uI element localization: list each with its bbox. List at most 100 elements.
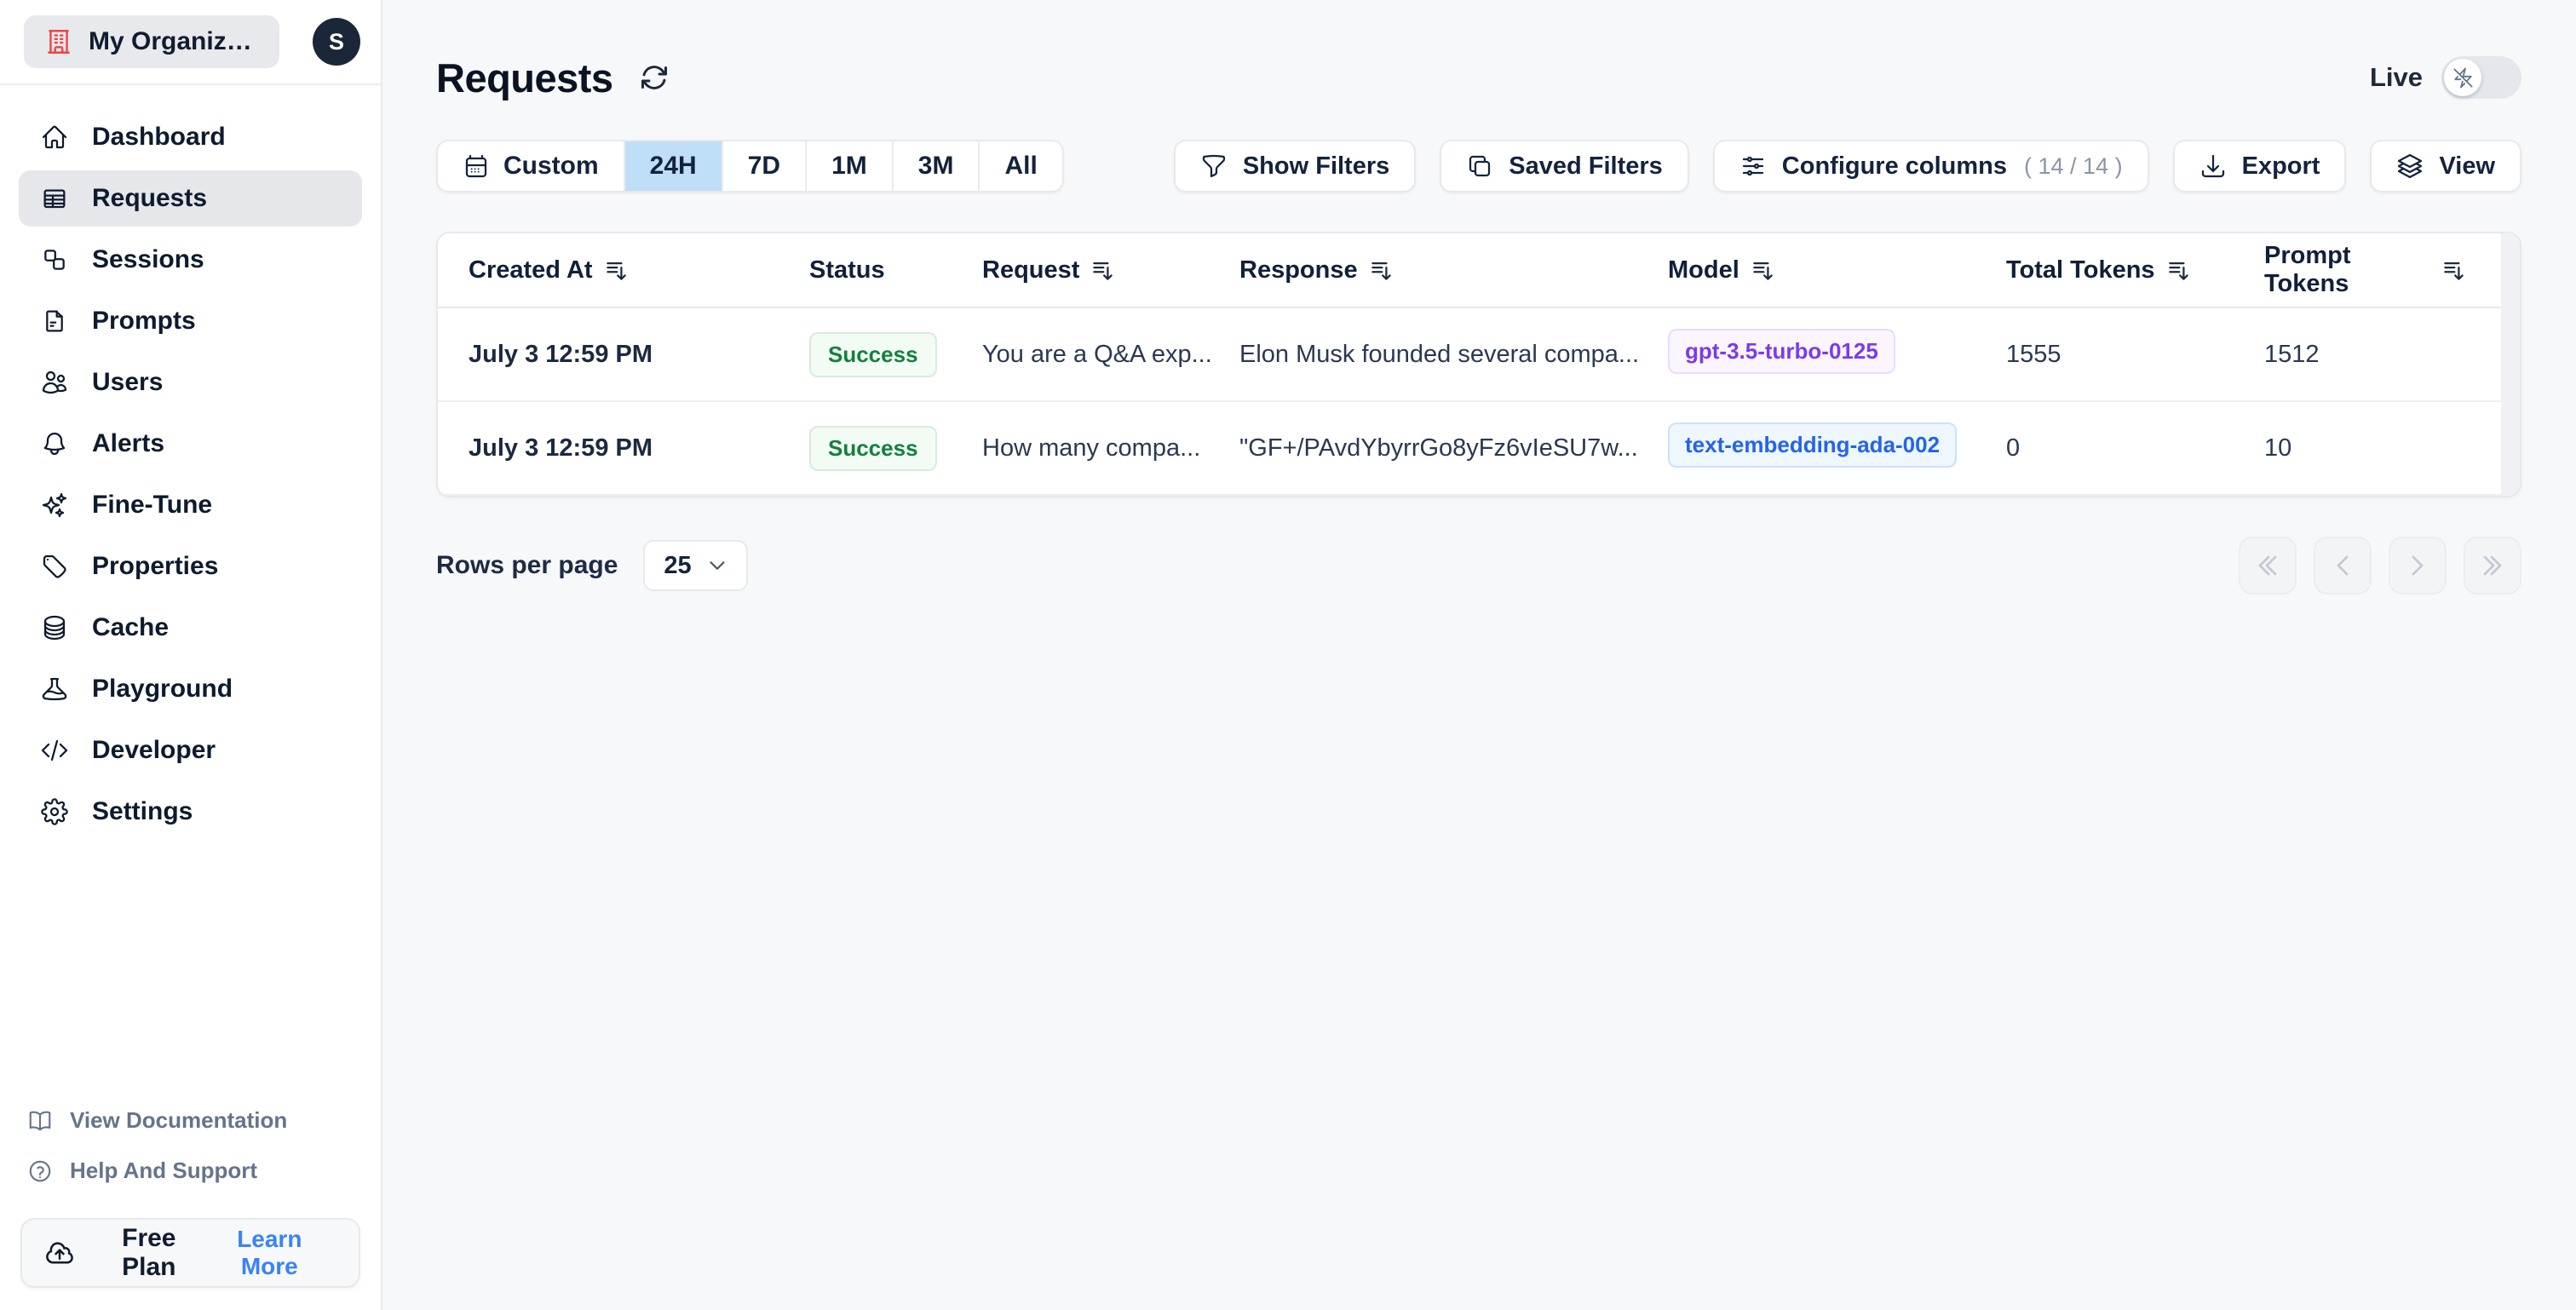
column-header-model[interactable]: Model <box>1668 256 2006 284</box>
column-header-prompt-tokens[interactable]: Prompt Tokens <box>2264 242 2465 298</box>
chevrons-right-icon <box>2479 552 2506 579</box>
tag-icon <box>41 553 68 580</box>
toggle-knob <box>2444 59 2481 96</box>
time-range-7d[interactable]: 7D <box>723 141 808 191</box>
table-scrollbar-gutter[interactable] <box>2501 233 2520 496</box>
building-icon <box>44 27 73 56</box>
live-toggle[interactable] <box>2441 56 2521 99</box>
response-cell: "GF+/PAvdYbyrrGo8yFz6vIeSU7w... <box>1239 434 1638 462</box>
refresh-icon <box>639 62 670 93</box>
column-header-request[interactable]: Request <box>982 256 1239 284</box>
created-at-cell: July 3 12:59 PM <box>469 434 653 462</box>
free-plan-button[interactable]: Free Plan Learn More <box>20 1218 360 1288</box>
sidebar-item-label: Users <box>92 368 164 396</box>
model-cell: text-embedding-ada-002 <box>1668 422 2006 474</box>
chevrons-left-icon <box>2254 552 2281 579</box>
sort-icon[interactable] <box>2442 259 2465 282</box>
sidebar-item-cache[interactable]: Cache <box>19 600 362 656</box>
sidebar-item-settings[interactable]: Settings <box>19 784 362 840</box>
org-row: My Organizatio... S <box>0 0 381 85</box>
document-icon <box>41 307 68 335</box>
sidebar: My Organizatio... S Dashboard Requests S… <box>0 0 382 1310</box>
sidebar-item-alerts[interactable]: Alerts <box>19 416 362 472</box>
show-filters-button[interactable]: Show Filters <box>1173 140 1417 192</box>
sort-icon[interactable] <box>605 259 628 282</box>
time-range-3m[interactable]: 3M <box>894 141 980 191</box>
sidebar-item-sessions[interactable]: Sessions <box>19 232 362 288</box>
saved-filters-button[interactable]: Saved Filters <box>1440 140 1689 192</box>
column-header-total-tokens[interactable]: Total Tokens <box>2006 256 2264 284</box>
column-header-status[interactable]: Status <box>809 256 982 284</box>
model-cell: gpt-3.5-turbo-0125 <box>1668 328 2006 381</box>
view-button[interactable]: View <box>2370 140 2521 192</box>
table-row[interactable]: July 3 12:59 PM Success How many compa..… <box>438 402 2520 496</box>
created-at-cell: July 3 12:59 PM <box>469 340 653 368</box>
sidebar-item-prompts[interactable]: Prompts <box>19 293 362 349</box>
time-range-control: Custom 24H 7D 1M 3M All <box>436 140 1064 192</box>
cloud-upload-icon <box>44 1238 75 1268</box>
rows-per-page-value: 25 <box>664 551 692 579</box>
model-badge: text-embedding-ada-002 <box>1668 422 1958 468</box>
toolbar-actions: Show Filters Saved Filters Configure col… <box>1173 140 2521 192</box>
table-row[interactable]: July 3 12:59 PM Success You are a Q&A ex… <box>438 308 2520 402</box>
sidebar-item-fine-tune[interactable]: Fine-Tune <box>19 477 362 533</box>
sort-icon[interactable] <box>1751 259 1774 282</box>
sparkles-icon <box>41 491 68 519</box>
chevron-right-icon <box>2404 552 2431 579</box>
sliders-icon <box>1739 152 1767 180</box>
time-range-24h[interactable]: 24H <box>624 141 723 191</box>
configure-columns-button[interactable]: Configure columns ( 14 / 14 ) <box>1712 140 2149 192</box>
table-footer: Rows per page 25 <box>436 537 2521 595</box>
status-badge: Success <box>809 331 937 377</box>
sort-icon[interactable] <box>2167 259 2190 282</box>
first-page-button[interactable] <box>2239 537 2297 595</box>
sidebar-item-users[interactable]: Users <box>19 354 362 411</box>
export-button[interactable]: Export <box>2172 140 2347 192</box>
question-circle-icon <box>27 1158 53 1184</box>
beaker-icon <box>41 675 68 703</box>
column-header-response[interactable]: Response <box>1239 256 1668 284</box>
database-icon <box>41 614 68 641</box>
table-icon <box>41 185 68 212</box>
prompt-tokens-cell: 10 <box>2264 434 2292 462</box>
requests-table: Created At Status Request Response Model… <box>436 232 2521 497</box>
copy-icon <box>1466 152 1493 180</box>
help-and-support-link[interactable]: Help And Support <box>20 1146 360 1196</box>
link-label: View Documentation <box>70 1107 288 1133</box>
sidebar-item-developer[interactable]: Developer <box>19 722 362 779</box>
sidebar-item-playground[interactable]: Playground <box>19 661 362 717</box>
squares-icon <box>41 246 68 273</box>
sidebar-item-properties[interactable]: Properties <box>19 538 362 595</box>
home-icon <box>41 124 68 151</box>
prompt-tokens-cell: 1512 <box>2264 340 2320 368</box>
live-toggle-group: Live <box>2370 56 2521 99</box>
next-page-button[interactable] <box>2389 537 2447 595</box>
org-switcher-button[interactable]: My Organizatio... <box>24 15 279 68</box>
request-cell: You are a Q&A exp... <box>982 340 1212 368</box>
chevron-down-icon <box>707 555 727 576</box>
sidebar-item-label: Sessions <box>92 245 204 273</box>
gear-icon <box>41 798 68 825</box>
sort-icon[interactable] <box>1091 259 1114 282</box>
learn-more-link[interactable]: Learn More <box>206 1226 333 1280</box>
sort-icon[interactable] <box>1370 259 1393 282</box>
time-range-custom[interactable]: Custom <box>438 141 625 191</box>
total-tokens-cell: 1555 <box>2006 340 2061 368</box>
sidebar-item-label: Requests <box>92 184 208 212</box>
rows-per-page-select[interactable]: 25 <box>643 540 748 591</box>
sidebar-item-dashboard[interactable]: Dashboard <box>19 109 362 165</box>
column-header-created-at[interactable]: Created At <box>469 256 809 284</box>
time-range-all[interactable]: All <box>980 141 1061 191</box>
live-label: Live <box>2369 62 2423 92</box>
page-header: Requests Live <box>436 53 2521 102</box>
time-range-1m[interactable]: 1M <box>807 141 894 191</box>
sidebar-item-requests[interactable]: Requests <box>19 170 362 227</box>
previous-page-button[interactable] <box>2314 537 2372 595</box>
refresh-button[interactable] <box>639 62 670 93</box>
avatar[interactable]: S <box>313 18 360 66</box>
status-cell: Success <box>809 331 982 377</box>
last-page-button[interactable] <box>2464 537 2521 595</box>
table-header-row: Created At Status Request Response Model… <box>438 233 2520 308</box>
view-documentation-link[interactable]: View Documentation <box>20 1095 360 1146</box>
sidebar-item-label: Prompts <box>92 307 196 335</box>
